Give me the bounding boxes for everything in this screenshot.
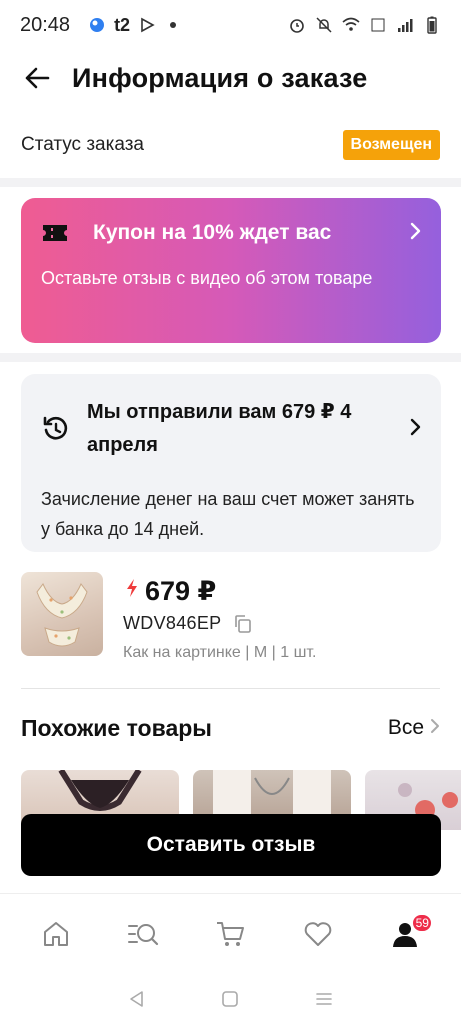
- back-icon: [130, 990, 143, 1007]
- coupon-subtitle: Оставьте отзыв с видео об этом товаре: [41, 268, 373, 288]
- chevron-right-icon: [430, 717, 440, 740]
- profile-badge: 59: [411, 912, 434, 933]
- coupon-banner[interactable]: Купон на 10% ждет вас Оставьте отзыв с в…: [21, 198, 441, 343]
- battery-icon: [423, 16, 441, 34]
- product-price: 679 ₽: [145, 575, 217, 606]
- see-all-link[interactable]: Все: [388, 716, 440, 740]
- product-variant: Как на картинке | M | 1 шт.: [123, 644, 317, 661]
- leave-review-button[interactable]: Оставить отзыв: [21, 814, 441, 876]
- section-divider: [0, 353, 461, 362]
- system-back-button[interactable]: [125, 987, 149, 1011]
- catalog-search-icon: [128, 923, 159, 945]
- see-all-label: Все: [387, 716, 424, 739]
- back-button[interactable]: [22, 63, 52, 93]
- tab-catalog[interactable]: [119, 910, 167, 958]
- bottom-tab-bar: 59: [0, 893, 461, 973]
- system-nav-bar: [0, 973, 461, 1024]
- notification-dot-icon: [164, 16, 182, 34]
- lightning-icon: [125, 578, 139, 604]
- coupon-title: Купон на 10% ждет вас: [93, 221, 332, 244]
- mute-icon: [315, 16, 333, 34]
- chevron-right-icon: [409, 220, 421, 246]
- arrow-left-icon: [25, 67, 50, 89]
- refund-card[interactable]: Мы отправили вам 679 ₽ 4 апреля Зачислен…: [21, 374, 441, 552]
- refund-text: Зачисление денег на ваш счет может занят…: [41, 489, 415, 539]
- home-square-icon: [222, 990, 239, 1007]
- favorites-icon: [304, 921, 332, 946]
- ticket-icon: [43, 225, 67, 241]
- similar-header: Похожие товары Все: [21, 708, 440, 748]
- similar-title: Похожие товары: [21, 714, 212, 741]
- page-title: Информация о заказе: [72, 62, 368, 93]
- clock: 20:48: [20, 13, 71, 36]
- tab-favorites[interactable]: [294, 910, 342, 958]
- signal-icon: [396, 16, 414, 34]
- section-divider: [0, 178, 461, 187]
- volte-icon: [369, 16, 387, 34]
- chevron-right-icon: [409, 416, 421, 442]
- cart-icon: [217, 921, 245, 946]
- wifi-icon: [342, 16, 360, 34]
- product-sku: WDV846EP: [123, 613, 222, 633]
- status-badge: Возмещен: [342, 130, 440, 160]
- play-icon: [138, 16, 156, 34]
- home-icon: [43, 921, 68, 946]
- tab-cart[interactable]: [206, 910, 254, 958]
- status-bar: 20:48 t2: [0, 0, 461, 50]
- carrier-label: t2: [114, 14, 131, 35]
- refund-arrow-icon: [43, 416, 68, 440]
- product-thumbnail[interactable]: [21, 572, 103, 656]
- order-status-label: Статус заказа: [21, 134, 144, 155]
- system-recents-button[interactable]: [312, 987, 336, 1011]
- tab-profile[interactable]: 59: [381, 910, 434, 958]
- recents-icon: [316, 992, 332, 1005]
- dot-app-icon: [88, 16, 106, 34]
- order-status-row: Статус заказа Возмещен: [21, 124, 440, 166]
- product-item[interactable]: 679 ₽ WDV846EP Как на картинке | M | 1 ш…: [21, 572, 440, 668]
- alarm-icon: [288, 16, 306, 34]
- system-home-button[interactable]: [218, 987, 242, 1011]
- divider: [21, 688, 440, 689]
- tab-home[interactable]: [32, 910, 80, 958]
- copy-icon[interactable]: [233, 614, 253, 634]
- refund-title: Мы отправили вам 679 ₽ 4 апреля: [87, 401, 352, 456]
- header: Информация о заказе: [0, 50, 461, 106]
